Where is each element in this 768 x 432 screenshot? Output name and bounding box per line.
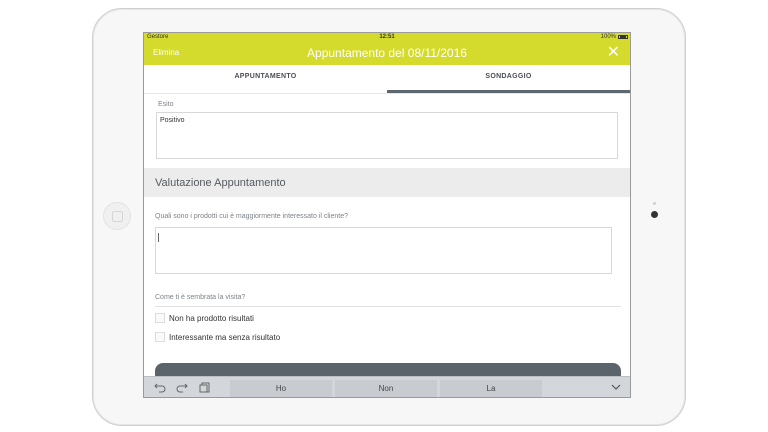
text-caret (158, 233, 159, 242)
suggestion-1[interactable]: Ho (230, 380, 332, 397)
section-header: Valutazione Appuntamento (144, 168, 630, 197)
close-icon[interactable]: ✕ (607, 44, 620, 62)
option-label: Non ha prodotto risultati (169, 314, 254, 323)
battery-icon (618, 35, 628, 39)
tab-sondaggio[interactable]: SONDAGGIO (387, 65, 630, 93)
redo-icon[interactable] (176, 381, 188, 396)
undo-icon[interactable] (154, 381, 166, 396)
status-bar: Gestore 12:51 100% (144, 33, 630, 42)
tab-appuntamento[interactable]: APPUNTAMENTO (144, 65, 387, 93)
prodotti-question: Quali sono i prodotti cui è maggiormente… (155, 213, 348, 220)
checkbox[interactable] (155, 313, 165, 323)
keyboard-shortcut-bar: Ho Non La (144, 376, 630, 397)
esito-label: Esito (158, 101, 174, 108)
suggestion-3[interactable]: La (440, 380, 542, 397)
esito-value: Positivo (160, 117, 185, 124)
checkbox[interactable] (155, 332, 165, 342)
option-label: Interessante ma senza risultato (169, 333, 281, 342)
home-button[interactable] (103, 202, 131, 230)
tab-bar: APPUNTAMENTO SONDAGGIO (144, 65, 630, 94)
prodotti-field[interactable] (155, 227, 612, 274)
visita-question: Come ti è sembrata la visita? (155, 294, 246, 301)
nav-bar: Elimina Appuntamento del 08/11/2016 ✕ (144, 42, 630, 65)
clipboard-icon[interactable] (199, 381, 211, 396)
chevron-down-icon[interactable] (610, 381, 622, 396)
divider (155, 306, 621, 307)
esito-field[interactable]: Positivo (156, 112, 618, 159)
status-time: 12:51 (379, 34, 395, 40)
section-title: Valutazione Appuntamento (155, 177, 286, 189)
sensor-dot (653, 202, 656, 205)
page-title: Appuntamento del 08/11/2016 (307, 46, 467, 60)
suggestion-2[interactable]: Non (335, 380, 437, 397)
battery-percent: 100% (600, 34, 616, 40)
app-screen: Gestore 12:51 100% Elimina Appuntamento … (143, 32, 631, 398)
home-button-square-icon (112, 211, 123, 222)
front-camera (651, 211, 658, 218)
